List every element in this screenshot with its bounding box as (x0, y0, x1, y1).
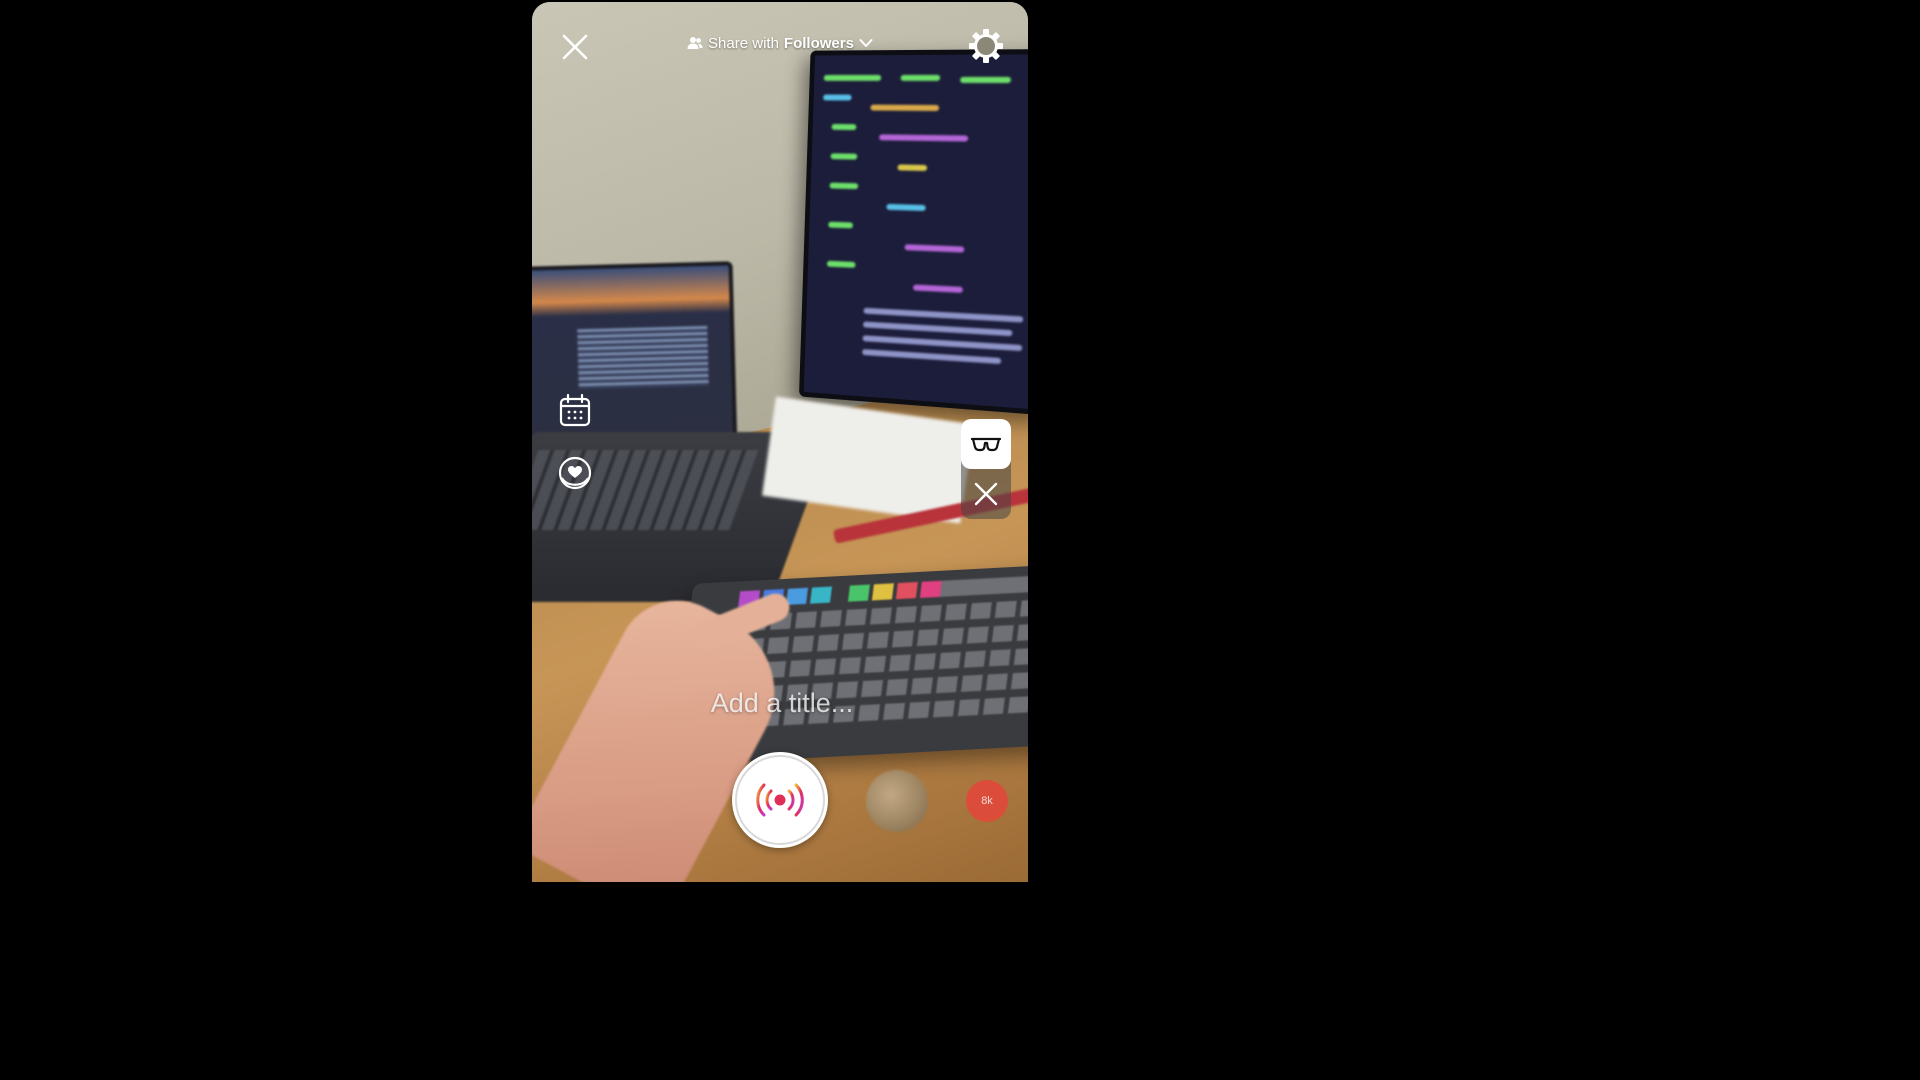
share-audience-selector[interactable]: Share with Followers (680, 32, 880, 54)
code-line (862, 349, 1002, 365)
gear-icon (969, 29, 1003, 63)
code-line (830, 153, 858, 160)
code-line (904, 244, 965, 253)
left-toolbar (556, 392, 594, 516)
people-icon (687, 37, 703, 49)
badge-button[interactable]: 8k (966, 780, 1008, 822)
camera-preview (532, 2, 1028, 882)
code-line (829, 182, 859, 190)
code-line (897, 164, 928, 172)
code-line (886, 203, 926, 212)
code-line (879, 134, 969, 142)
code-line (826, 260, 856, 268)
badge-label: 8k (981, 795, 993, 807)
schedule-button[interactable] (556, 392, 594, 430)
go-live-button-inner (735, 755, 825, 845)
chevron-down-icon (859, 39, 873, 47)
remove-effect-button[interactable] (961, 469, 1011, 519)
glasses-effect-button[interactable] (961, 419, 1011, 469)
laptop-table (577, 325, 709, 390)
code-line (828, 221, 854, 229)
effect-panel (961, 419, 1011, 519)
fundraiser-button[interactable] (556, 454, 594, 492)
heart-badge-icon (558, 456, 592, 490)
go-live-button[interactable] (732, 752, 828, 848)
close-button[interactable] (558, 30, 592, 64)
broadcast-icon (756, 783, 804, 817)
code-line (863, 307, 1024, 323)
share-audience-label: Followers (783, 34, 854, 52)
code-line (831, 123, 857, 131)
close-icon (562, 34, 588, 60)
calendar-icon (559, 393, 591, 427)
live-title-input[interactable] (622, 682, 942, 724)
code-line (862, 335, 1023, 352)
code-line (912, 284, 963, 293)
share-prefix-label: Share with (708, 34, 779, 52)
code-line (862, 321, 1013, 337)
phone-screen: Share with Followers Add a title... 8k (532, 2, 1028, 882)
avatar[interactable] (866, 770, 928, 832)
glasses-icon (971, 437, 1001, 452)
code-line (870, 104, 940, 112)
code-line (823, 94, 852, 101)
settings-button[interactable] (968, 28, 1004, 64)
monitor (798, 49, 1028, 416)
top-bar: Share with Followers (532, 2, 1028, 92)
close-icon (974, 482, 998, 506)
